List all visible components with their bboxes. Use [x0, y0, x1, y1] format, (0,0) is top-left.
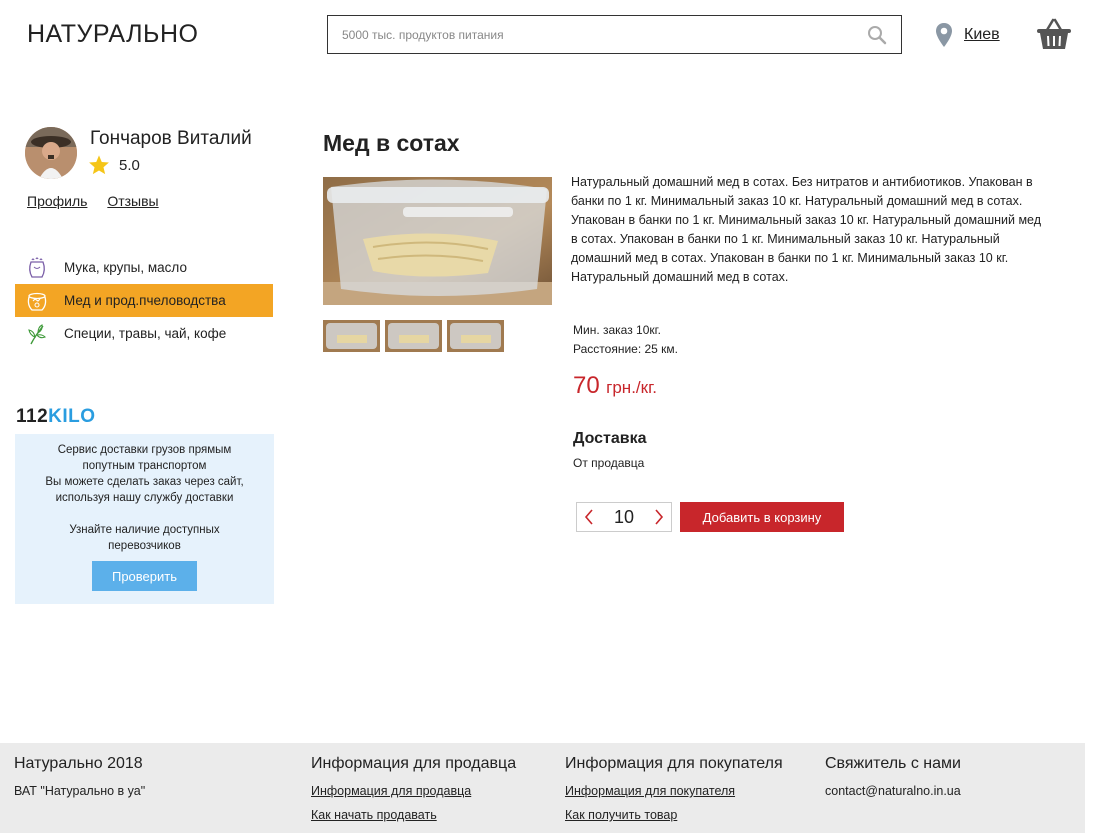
category-item-flour[interactable]: Мука, крупы, масло: [15, 251, 273, 284]
star-icon: [89, 155, 109, 175]
footer-seller-info-link[interactable]: Информация для продавца: [311, 779, 516, 803]
quantity-stepper[interactable]: 10: [576, 502, 672, 532]
honey-pot-icon: [27, 292, 47, 311]
category-label: Мука, крупы, масло: [64, 260, 187, 275]
footer-col-seller: Информация для продавца Информация для п…: [311, 755, 516, 827]
profile-link[interactable]: Профиль: [27, 193, 87, 209]
product-price: 70 грн./кг.: [573, 372, 657, 400]
city-selector[interactable]: Киев: [934, 22, 1000, 48]
price-value: 70: [573, 372, 600, 399]
product-thumbnail[interactable]: [385, 320, 442, 352]
category-label: Специи, травы, чай, кофе: [64, 326, 227, 341]
ad-text-3: Узнайте наличие доступных перевозчиков: [69, 524, 220, 552]
footer-company-title: Натурально 2018: [14, 755, 143, 772]
footer-buyer-title: Информация для покупателя: [565, 755, 783, 772]
product-thumbnail[interactable]: [447, 320, 504, 352]
footer: Натурально 2018 ВАТ "Натурально в уа" Ин…: [0, 743, 1085, 833]
price-unit: грн./кг.: [606, 378, 657, 397]
distance: Расстояние: 25 км.: [573, 342, 678, 356]
search-icon[interactable]: [867, 25, 887, 45]
category-menu: Мука, крупы, масло Мед и прод.пчеловодст…: [15, 251, 273, 350]
product-title: Мед в сотах: [323, 130, 460, 156]
footer-get-goods-link[interactable]: Как получить товар: [565, 803, 783, 827]
seller-avatar[interactable]: [25, 127, 77, 179]
product-thumbnail[interactable]: [323, 320, 380, 352]
footer-col-company: Натурально 2018 ВАТ "Натурально в уа": [14, 755, 145, 803]
cart-icon[interactable]: [1036, 17, 1072, 51]
ad-text-2: Вы можете сделать заказ через сайт, испо…: [45, 476, 244, 504]
footer-seller-title: Информация для продавца: [311, 755, 517, 772]
site-logo[interactable]: НАТУРАЛЬНО: [27, 20, 198, 49]
footer-company-text: ВАТ "Натурально в уа": [14, 784, 146, 798]
quantity-value[interactable]: 10: [614, 507, 634, 528]
seller-links: Профиль Отзывы: [27, 193, 175, 209]
category-item-spices[interactable]: Специи, травы, чай, кофе: [15, 317, 273, 350]
footer-buyer-info-link[interactable]: Информация для покупателя: [565, 779, 783, 803]
herbs-icon: [28, 323, 46, 344]
footer-start-selling-link[interactable]: Как начать продавать: [311, 803, 516, 827]
footer-contact-title: Свяжитель с нами: [825, 755, 961, 772]
increase-button[interactable]: [647, 503, 671, 531]
reviews-link[interactable]: Отзывы: [107, 193, 158, 209]
city-link[interactable]: Киев: [964, 26, 1000, 44]
search-input[interactable]: [328, 16, 848, 53]
category-item-honey[interactable]: Мед и прод.пчеловодства: [15, 284, 273, 317]
footer-col-contact: Свяжитель с нами contact@naturalno.in.ua: [825, 755, 961, 803]
flour-bag-icon: [29, 256, 45, 278]
delivery-service-logo[interactable]: 112KILO: [16, 406, 96, 428]
product-main-photo[interactable]: [323, 177, 552, 305]
chevron-right-icon: [655, 509, 664, 525]
rating-value: 5.0: [119, 156, 140, 174]
footer-contact-email[interactable]: contact@naturalno.in.ua: [825, 779, 961, 803]
add-to-cart-button[interactable]: Добавить в корзину: [680, 502, 844, 532]
delivery-heading: Доставка: [573, 430, 647, 447]
check-carriers-button[interactable]: Проверить: [92, 561, 197, 591]
delivery-value: От продавца: [573, 456, 645, 470]
decrease-button[interactable]: [577, 503, 601, 531]
seller-name[interactable]: Гончаров Виталий: [90, 128, 252, 150]
location-pin-icon: [936, 23, 952, 47]
product-specs: Мин. заказ 10кг. Расстояние: 25 км.: [573, 321, 678, 359]
chevron-left-icon: [584, 509, 593, 525]
footer-col-buyer: Информация для покупателя Информация для…: [565, 755, 783, 827]
search-bar[interactable]: [327, 15, 902, 54]
ad-text-1: Сервис доставки грузов прямым попутным т…: [57, 444, 232, 472]
product-description: Натуральный домашний мед в сотах. Без ни…: [571, 175, 1042, 284]
seller-rating: 5.0: [88, 154, 140, 176]
category-label: Мед и прод.пчеловодства: [64, 293, 226, 308]
min-order: Мин. заказ 10кг.: [573, 323, 661, 337]
delivery-ad-panel: Сервис доставки грузов прямым попутным т…: [15, 434, 274, 604]
